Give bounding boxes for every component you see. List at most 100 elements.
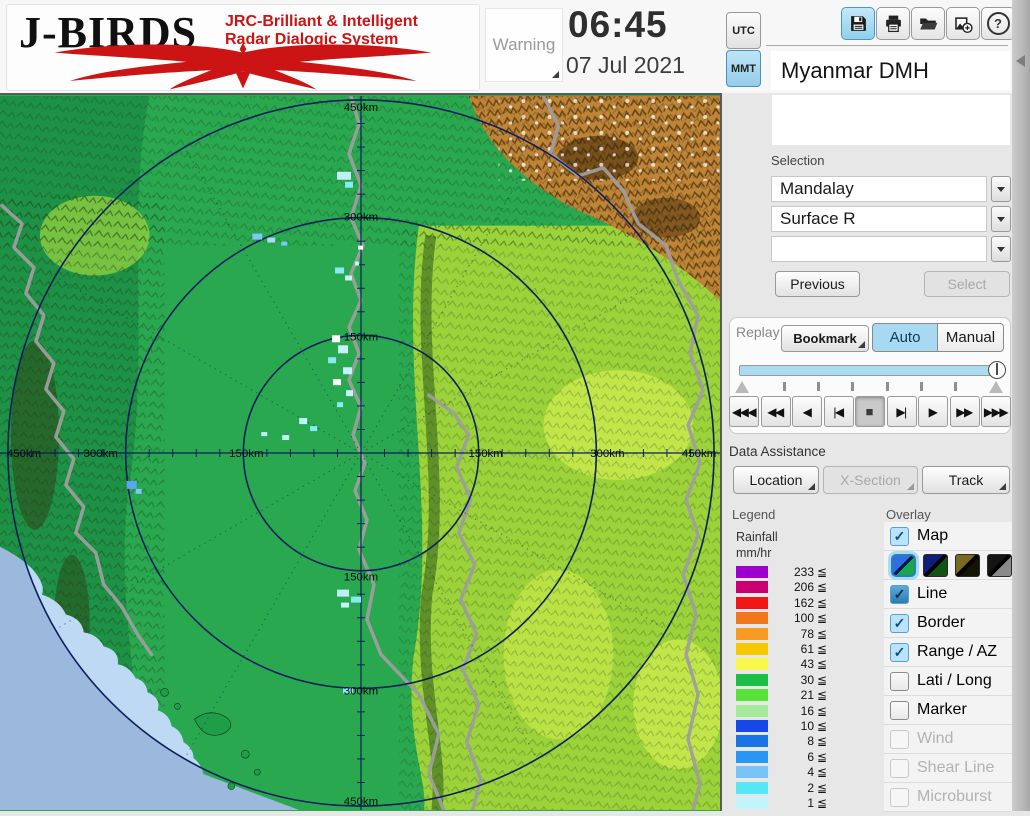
range-ring-label: 450km: [7, 448, 41, 460]
manual-label: Manual: [946, 329, 995, 346]
overlay-item-microburst[interactable]: Microburst: [884, 783, 1012, 812]
map-style-swatch-1[interactable]: [891, 554, 916, 577]
utc-button[interactable]: UTC: [726, 12, 761, 49]
button-label: Location: [750, 472, 803, 488]
playback-button-6[interactable]: ▶|: [887, 396, 917, 427]
legend-value: 233: [768, 565, 814, 579]
overlay-item-map[interactable]: ✓Map: [884, 522, 1012, 551]
selection-dropdown-field[interactable]: Surface R: [771, 206, 987, 232]
replay-label: Replay: [736, 324, 780, 340]
playback-button-9[interactable]: ▶▶▶: [981, 396, 1011, 427]
help-button[interactable]: ?: [981, 7, 1015, 40]
legend-leq-symbol: ≦: [817, 657, 827, 671]
dropdown-button[interactable]: [991, 236, 1011, 262]
range-ring-label: 450km: [344, 102, 378, 114]
manual-mode-button[interactable]: Manual: [937, 323, 1004, 352]
playback-button-1[interactable]: ◀◀◀: [729, 396, 759, 427]
unchecked-checkbox[interactable]: [890, 672, 909, 691]
legend-row: 61≦: [736, 643, 846, 655]
legend-color-swatch: [736, 782, 768, 794]
legend-leq-symbol: ≦: [817, 673, 827, 687]
legend-title-rainfall: Rainfall: [736, 530, 778, 544]
track-button[interactable]: Track: [922, 466, 1010, 494]
range-ring-label: 450km: [682, 448, 716, 460]
range-ring-label: 300km: [590, 448, 624, 460]
checked-checkbox[interactable]: ✓: [890, 527, 909, 546]
legend-color-scale: 233≦206≦162≦100≦78≦61≦43≦30≦21≦16≦10≦8≦6…: [736, 566, 846, 812]
overlay-item-shear-line[interactable]: Shear Line: [884, 754, 1012, 783]
checked-checkbox[interactable]: ✓: [890, 643, 909, 662]
warning-button[interactable]: Warning: [485, 8, 563, 82]
selection-dropdown-field[interactable]: [771, 236, 987, 262]
selection-dropdown-2: Surface R: [771, 206, 1011, 232]
range-ring-label: 300km: [84, 448, 118, 460]
overlay-item-label: Shear Line: [917, 759, 994, 777]
map-style-swatch-3[interactable]: [955, 554, 980, 577]
save-icon: [849, 14, 868, 33]
slider-start-marker: [735, 381, 749, 393]
add-image-button[interactable]: [946, 7, 980, 40]
save-button[interactable]: [841, 7, 875, 40]
legend-leq-symbol: ≦: [817, 750, 827, 764]
print-button[interactable]: [876, 7, 910, 40]
playback-button-2[interactable]: ◀◀: [761, 396, 791, 427]
replay-slider-track[interactable]: [739, 365, 1001, 376]
playback-button-7[interactable]: ▶: [918, 396, 948, 427]
unchecked-checkbox[interactable]: [890, 759, 909, 778]
legend-leq-symbol: ≦: [817, 627, 827, 641]
legend-leq-symbol: ≦: [817, 704, 827, 718]
select-button[interactable]: Select: [924, 271, 1010, 297]
radar-map-canvas[interactable]: 450km300km150km150km300km450km450km300km…: [0, 95, 720, 811]
playback-button-3[interactable]: ◀: [792, 396, 822, 427]
open-folder-button[interactable]: [911, 7, 945, 40]
bookmark-button[interactable]: Bookmark: [781, 325, 869, 352]
legend-row: 206≦: [736, 581, 846, 593]
legend-leq-symbol: ≦: [817, 611, 827, 625]
selection-dropdown-field[interactable]: Mandalay: [771, 176, 987, 202]
overlay-item-range-az[interactable]: ✓Range / AZ: [884, 638, 1012, 667]
checked-checkbox[interactable]: ✓: [890, 614, 909, 633]
overlay-item-marker[interactable]: Marker: [884, 696, 1012, 725]
collapse-arrow-icon[interactable]: [1016, 55, 1025, 67]
slider-tick: [920, 382, 923, 391]
legend-row: 4≦: [736, 766, 846, 778]
clock-time: 06:45: [568, 4, 708, 46]
playback-button-8[interactable]: ▶▶: [950, 396, 980, 427]
playback-button-5[interactable]: ■: [855, 396, 885, 427]
checked-checkbox[interactable]: ✓: [890, 585, 909, 604]
legend-value: 2: [768, 781, 814, 795]
sidebar-scroll-strip[interactable]: [1012, 0, 1030, 811]
replay-slider-handle[interactable]: [988, 361, 1006, 379]
overlay-item-label: Line: [917, 585, 947, 603]
overlay-item-label: Wind: [917, 730, 953, 748]
selection-dropdown-1: Mandalay: [771, 176, 1011, 202]
overlay-item-lati-long[interactable]: Lati / Long: [884, 667, 1012, 696]
legend-value: 162: [768, 596, 814, 610]
overlay-item-wind[interactable]: Wind: [884, 725, 1012, 754]
unchecked-checkbox[interactable]: [890, 788, 909, 807]
selection-label: Selection: [771, 153, 824, 168]
mmt-button[interactable]: MMT: [726, 50, 761, 87]
auto-mode-button[interactable]: Auto: [872, 323, 938, 352]
legend-label: Legend: [732, 507, 775, 522]
legend-value: 100: [768, 611, 814, 625]
unchecked-checkbox[interactable]: [890, 701, 909, 720]
range-ring-label: 150km: [468, 448, 502, 460]
unchecked-checkbox[interactable]: [890, 730, 909, 749]
radar-map[interactable]: 450km300km150km150km300km450km450km300km…: [0, 93, 722, 811]
dropdown-button[interactable]: [991, 206, 1011, 232]
legend-row: 6≦: [736, 751, 846, 763]
map-style-swatch-2[interactable]: [923, 554, 948, 577]
slider-tick: [851, 382, 854, 391]
x-section-button[interactable]: X-Section: [823, 466, 918, 494]
playback-button-4[interactable]: |◀: [824, 396, 854, 427]
location-button[interactable]: Location: [733, 466, 819, 494]
legend-leq-symbol: ≦: [817, 565, 827, 579]
legend-leq-symbol: ≦: [817, 796, 827, 810]
previous-button[interactable]: Previous: [775, 271, 860, 297]
overlay-item-border[interactable]: ✓Border: [884, 609, 1012, 638]
map-style-swatch-4[interactable]: [987, 554, 1012, 577]
dropdown-button[interactable]: [991, 176, 1011, 202]
legend-value: 10: [768, 719, 814, 733]
overlay-item-line[interactable]: ✓ Line: [884, 580, 1012, 609]
